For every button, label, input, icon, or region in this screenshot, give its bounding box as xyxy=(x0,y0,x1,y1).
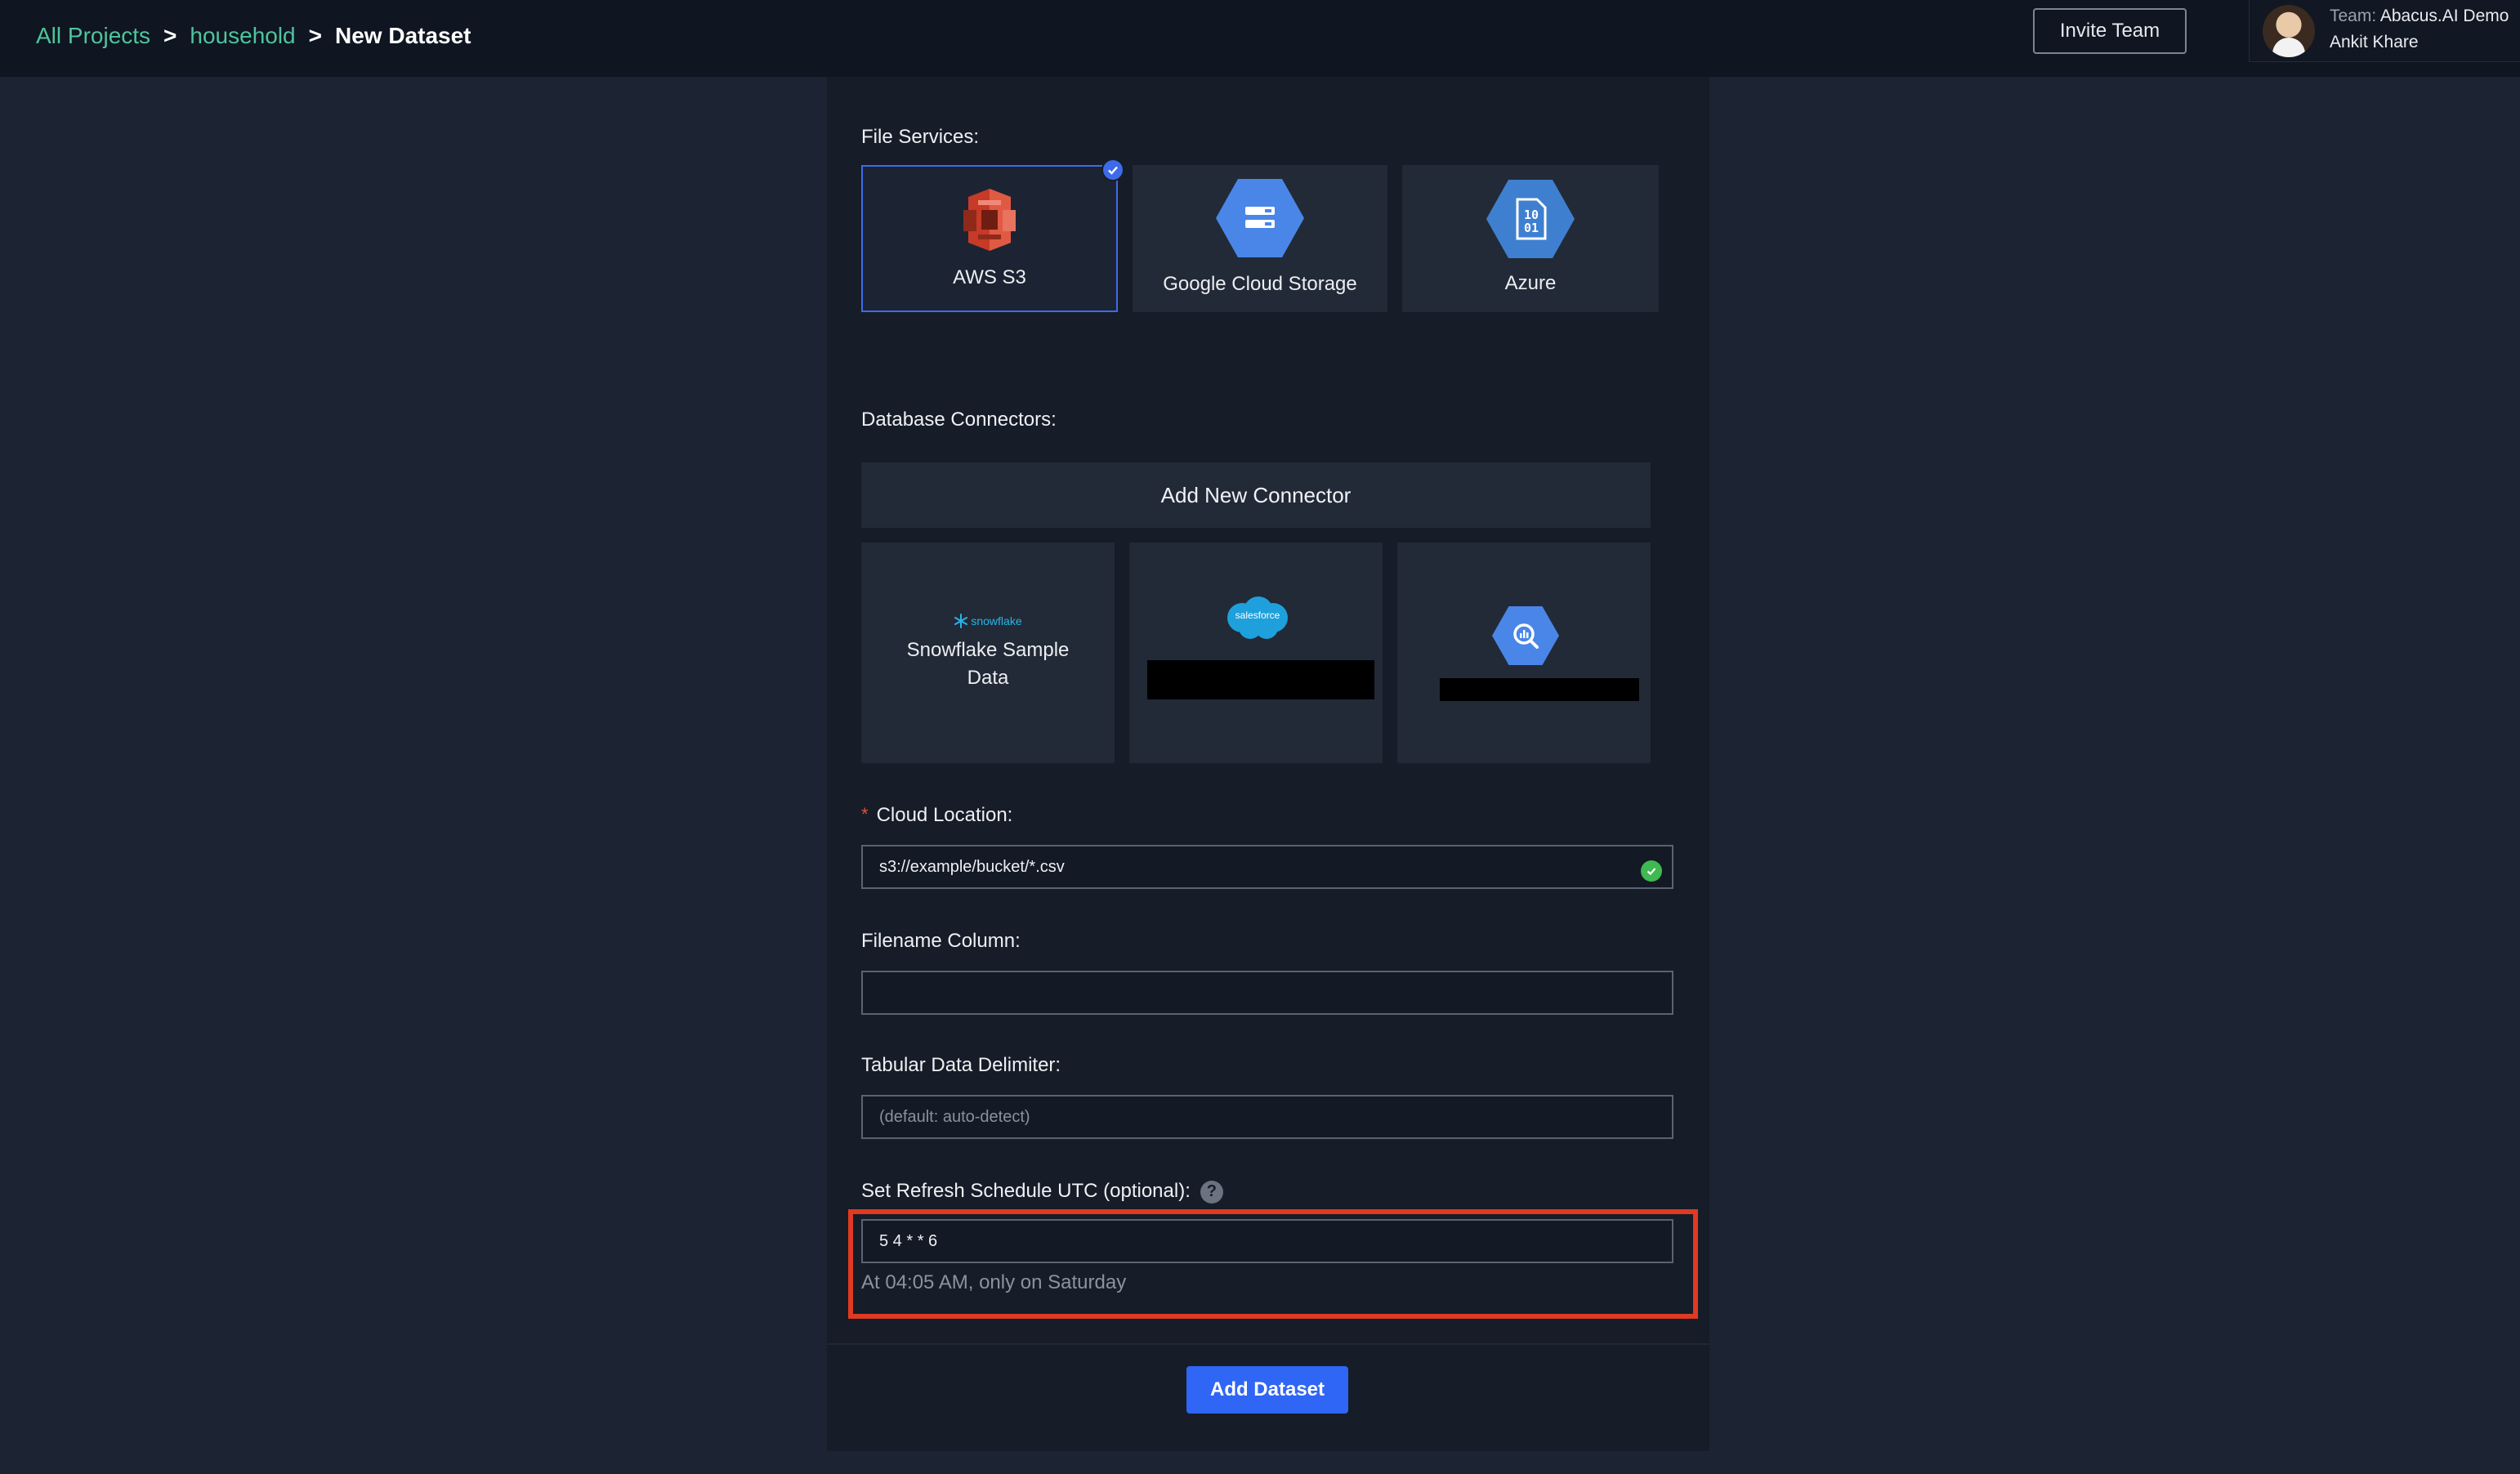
file-service-label: Azure xyxy=(1504,272,1557,294)
user-menu[interactable]: Team: Abacus.AI Demo Ankit Khare xyxy=(2249,0,2520,62)
salesforce-logo-text: salesforce xyxy=(1235,610,1280,621)
refresh-schedule-label: Set Refresh Schedule UTC (optional):? xyxy=(861,1180,1223,1204)
delimiter-label: Tabular Data Delimiter: xyxy=(861,1054,1061,1076)
connector-salesforce[interactable]: salesforce xyxy=(1129,543,1383,763)
team-name: Abacus.AI Demo xyxy=(2379,7,2509,25)
team-info: Team: Abacus.AI Demo xyxy=(2330,7,2509,26)
cloud-location-label-text: Cloud Location: xyxy=(876,804,1013,826)
svg-text:01: 01 xyxy=(1524,221,1539,235)
breadcrumb-separator: > xyxy=(308,23,322,48)
snowflake-logo: snowflake xyxy=(954,614,1022,628)
avatar xyxy=(2263,5,2315,57)
invite-team-button[interactable]: Invite Team xyxy=(2033,8,2187,54)
breadcrumb-project[interactable]: household xyxy=(190,23,295,49)
connector-snowflake[interactable]: snowflake Snowflake Sample Data xyxy=(861,543,1115,763)
azure-blob-icon: 10 01 xyxy=(1486,180,1575,258)
file-service-aws-s3[interactable]: AWS S3 xyxy=(861,159,1124,312)
file-service-google-cloud-storage[interactable]: Google Cloud Storage xyxy=(1133,165,1387,312)
help-icon[interactable]: ? xyxy=(1200,1180,1223,1204)
cloud-location-label: * Cloud Location: xyxy=(861,804,1012,827)
refresh-schedule-label-text: Set Refresh Schedule UTC (optional): xyxy=(861,1180,1191,1202)
cloud-location-value: s3://example/bucket/*.csv xyxy=(879,857,1065,876)
footer-divider xyxy=(827,1343,1709,1345)
google-cloud-storage-icon xyxy=(1216,179,1304,257)
filename-column-input[interactable] xyxy=(861,971,1673,1015)
breadcrumb: All Projects > household > New Dataset xyxy=(36,18,471,54)
snowflake-icon xyxy=(954,614,968,628)
breadcrumb-all-projects[interactable]: All Projects xyxy=(36,23,150,49)
file-services-label: File Services: xyxy=(861,126,980,148)
refresh-schedule-value: 5 4 * * 6 xyxy=(879,1231,938,1250)
bigquery-icon xyxy=(1492,606,1559,665)
snowflake-logo-text: snowflake xyxy=(971,614,1022,628)
user-name: Ankit Khare xyxy=(2330,33,2419,51)
filename-column-label: Filename Column: xyxy=(861,930,1021,952)
add-dataset-button[interactable]: Add Dataset xyxy=(1186,1366,1348,1414)
breadcrumb-current: New Dataset xyxy=(335,23,471,48)
file-service-label: Google Cloud Storage xyxy=(1163,273,1357,295)
valid-check-icon xyxy=(1641,860,1662,882)
redacted-label xyxy=(1440,678,1639,701)
redacted-label xyxy=(1147,660,1374,699)
file-service-azure[interactable]: 10 01 Azure xyxy=(1402,165,1659,312)
connector-label: Snowflake Sample Data xyxy=(906,639,1070,689)
salesforce-logo: salesforce xyxy=(1222,595,1293,642)
connector-bigquery[interactable] xyxy=(1397,543,1651,763)
database-connectors-label: Database Connectors: xyxy=(861,409,1057,431)
delimiter-placeholder: (default: auto-detect) xyxy=(879,1107,1030,1126)
refresh-schedule-input[interactable]: 5 4 * * 6 xyxy=(861,1219,1673,1263)
team-prefix: Team: xyxy=(2330,7,2377,25)
refresh-schedule-description: At 04:05 AM, only on Saturday xyxy=(861,1271,1127,1293)
aws-s3-icon xyxy=(963,189,1016,251)
add-new-connector-button[interactable]: Add New Connector xyxy=(861,462,1651,528)
delimiter-input[interactable]: (default: auto-detect) xyxy=(861,1095,1673,1139)
required-indicator: * xyxy=(861,804,869,824)
top-bar: All Projects > household > New Dataset I… xyxy=(0,0,2520,77)
breadcrumb-separator: > xyxy=(163,23,177,48)
file-service-label: AWS S3 xyxy=(953,266,1026,288)
cloud-location-input[interactable]: s3://example/bucket/*.csv xyxy=(861,845,1673,889)
selected-check-icon xyxy=(1101,159,1124,181)
